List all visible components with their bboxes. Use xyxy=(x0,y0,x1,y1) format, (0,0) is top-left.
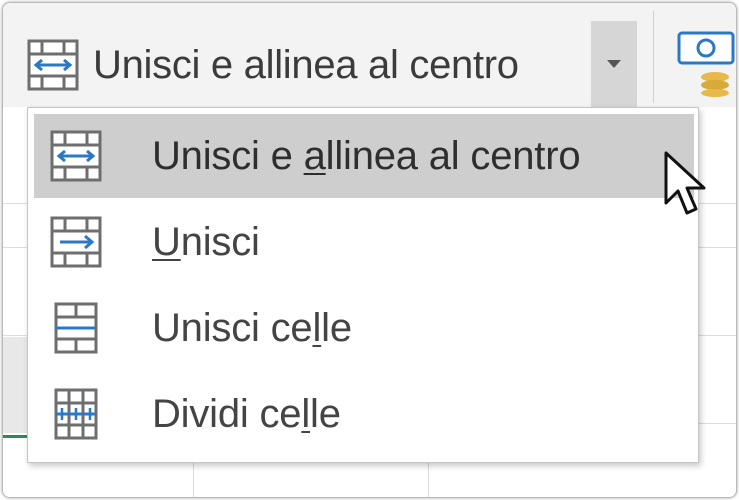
ribbon: Unisci e allinea al centro xyxy=(3,3,737,107)
menu-item-unmerge-cells[interactable]: Dividi celle xyxy=(34,372,694,456)
mouse-pointer-icon xyxy=(664,151,706,215)
merge-center-icon xyxy=(50,130,102,182)
ribbon-separator xyxy=(653,11,654,103)
unmerge-cells-icon xyxy=(54,388,98,440)
window-frame: Unisci e allinea al centro Unisci e alli… xyxy=(2,2,737,498)
merge-center-icon xyxy=(27,39,79,91)
merge-dropdown-arrow[interactable] xyxy=(591,21,637,107)
chevron-down-icon xyxy=(607,60,621,68)
merge-across-icon xyxy=(50,216,102,268)
menu-item-merge-center[interactable]: Unisci e allinea al centro xyxy=(34,114,694,198)
menu-item-label: Unisci e allinea al centro xyxy=(152,133,581,178)
menu-item-label: Unisci xyxy=(152,219,260,264)
merge-center-button[interactable]: Unisci e allinea al centro xyxy=(25,25,591,105)
menu-item-label: Unisci celle xyxy=(152,305,352,350)
merge-center-label: Unisci e allinea al centro xyxy=(93,42,519,87)
menu-item-merge-across[interactable]: Unisci xyxy=(34,200,694,284)
merge-options-menu: Unisci e allinea al centro Unisci Unisci… xyxy=(27,107,699,463)
menu-item-merge-cells[interactable]: Unisci celle xyxy=(34,286,694,370)
currency-format-icon[interactable] xyxy=(675,27,737,97)
merge-cells-icon xyxy=(54,302,98,354)
menu-item-label: Dividi celle xyxy=(152,391,341,436)
